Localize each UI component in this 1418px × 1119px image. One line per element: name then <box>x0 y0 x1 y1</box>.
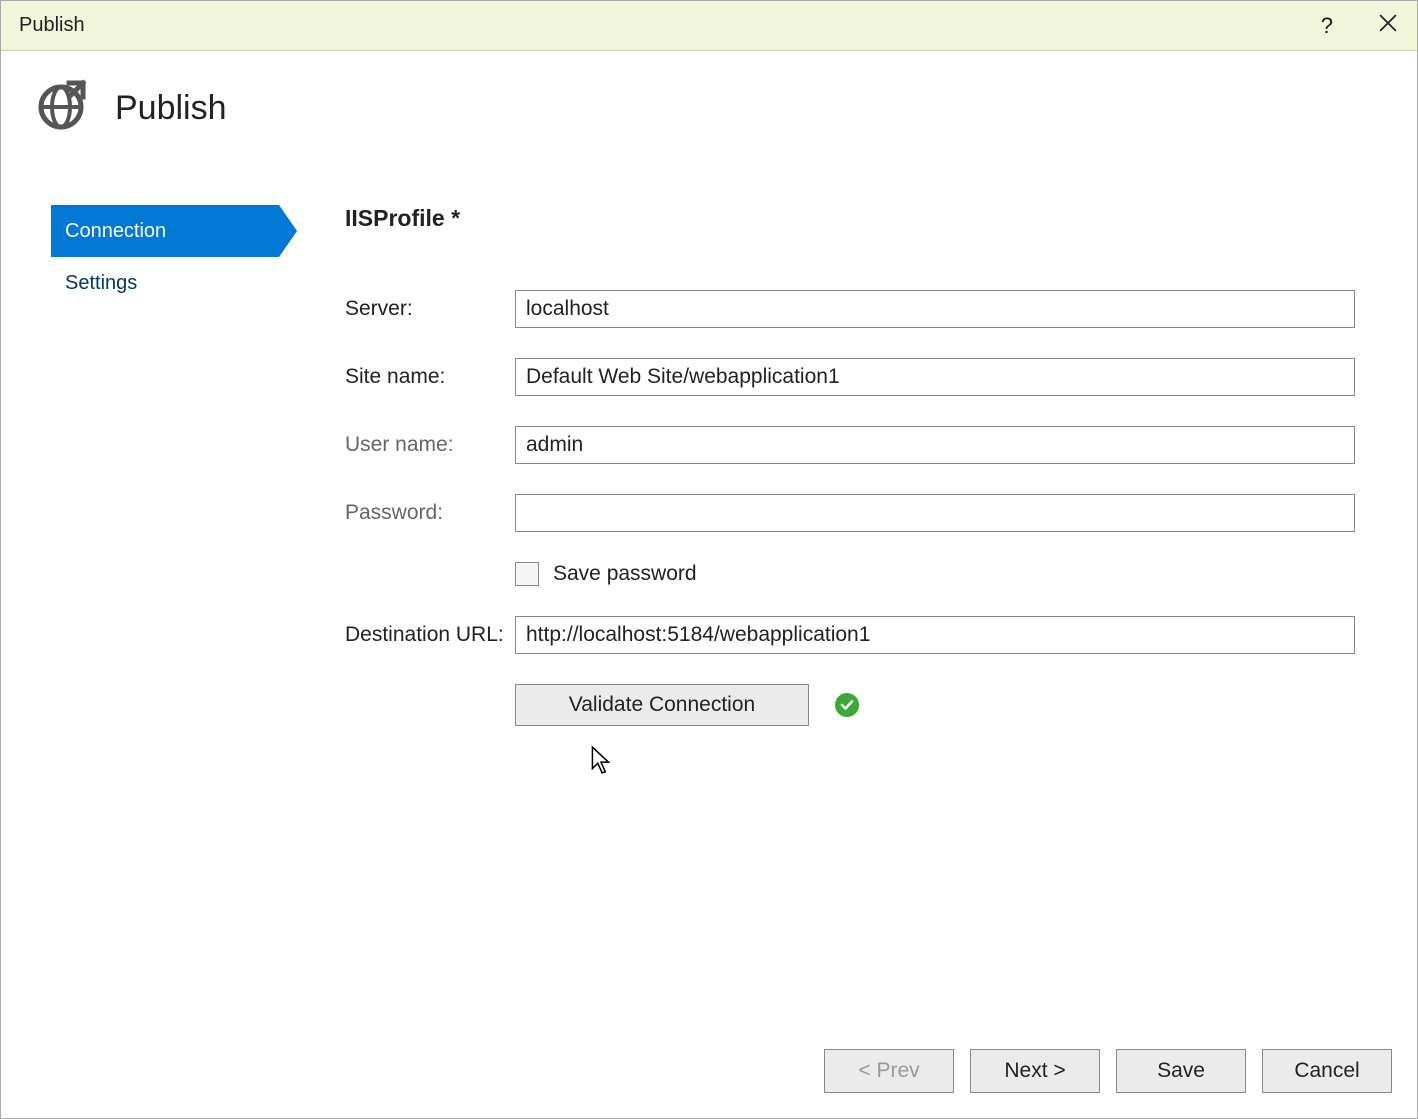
row-validate: Validate Connection <box>515 684 1355 726</box>
row-save-password: Save password <box>515 562 1355 586</box>
validate-connection-button[interactable]: Validate Connection <box>515 684 809 726</box>
help-button[interactable]: ? <box>1313 9 1341 43</box>
save-button[interactable]: Save <box>1116 1049 1246 1093</box>
main-panel: IISProfile * Server: Site name: User nam… <box>279 205 1417 726</box>
username-label: User name: <box>345 433 515 457</box>
row-sitename: Site name: <box>345 358 1355 396</box>
close-icon <box>1379 14 1397 38</box>
row-desturl: Destination URL: <box>345 616 1355 654</box>
save-password-checkbox[interactable] <box>515 562 539 586</box>
username-input[interactable] <box>515 426 1355 464</box>
password-label: Password: <box>345 501 515 525</box>
server-label: Server: <box>345 297 515 321</box>
row-password: Password: <box>345 494 1355 532</box>
next-button[interactable]: Next > <box>970 1049 1100 1093</box>
validation-success-icon <box>835 693 859 717</box>
sidebar-item-connection[interactable]: Connection <box>51 205 279 257</box>
header: Publish <box>1 51 1417 137</box>
titlebar-controls: ? <box>1313 8 1405 44</box>
profile-title: IISProfile * <box>345 205 1355 232</box>
sidebar-item-label: Settings <box>65 272 137 295</box>
close-button[interactable] <box>1371 8 1405 44</box>
footer: < Prev Next > Save Cancel <box>824 1049 1392 1093</box>
server-input[interactable] <box>515 290 1355 328</box>
prev-button: < Prev <box>824 1049 954 1093</box>
cancel-button[interactable]: Cancel <box>1262 1049 1392 1093</box>
window-title: Publish <box>19 14 85 37</box>
cursor-icon <box>590 745 612 781</box>
sidebar-item-settings[interactable]: Settings <box>51 257 279 309</box>
sitename-label: Site name: <box>345 365 515 389</box>
sidebar-item-label: Connection <box>65 220 166 243</box>
password-input[interactable] <box>515 494 1355 532</box>
page-title: Publish <box>115 89 227 128</box>
sidebar: Connection Settings <box>51 205 279 726</box>
content: Connection Settings IISProfile * Server:… <box>1 137 1417 726</box>
row-server: Server: <box>345 290 1355 328</box>
sitename-input[interactable] <box>515 358 1355 396</box>
globe-publish-icon <box>35 79 87 137</box>
desturl-input[interactable] <box>515 616 1355 654</box>
titlebar: Publish ? <box>1 1 1417 51</box>
save-password-label: Save password <box>553 562 697 586</box>
row-username: User name: <box>345 426 1355 464</box>
desturl-label: Destination URL: <box>345 623 515 647</box>
